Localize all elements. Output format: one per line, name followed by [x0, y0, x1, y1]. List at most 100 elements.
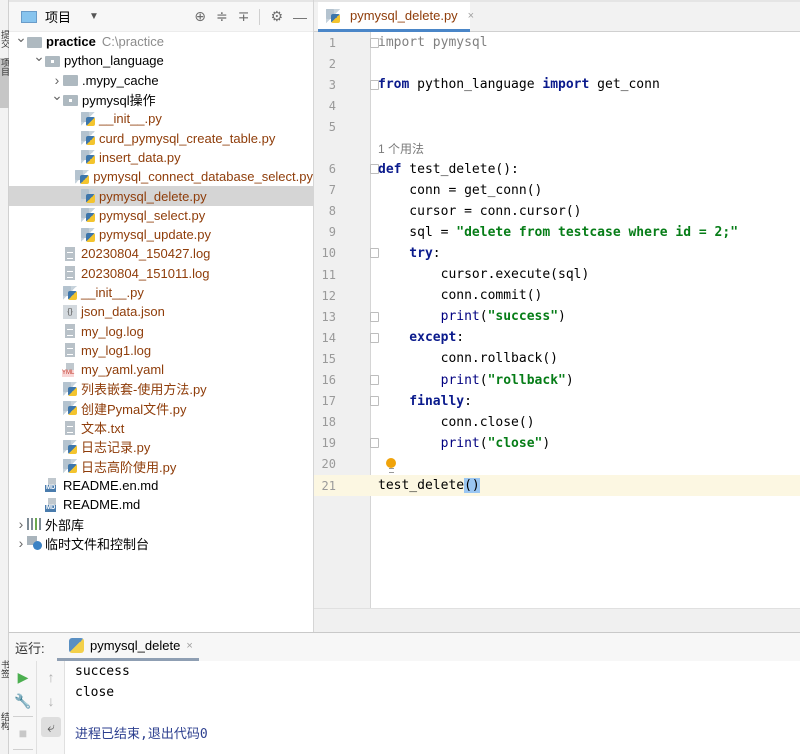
tree-item[interactable]: curd_pymysql_create_table.py: [9, 128, 313, 147]
code-line[interactable]: 16 print("rollback"): [314, 370, 800, 391]
code-line[interactable]: 1 import pymysql: [314, 32, 800, 53]
code-area[interactable]: 1 import pymysql 2 3 from python_language im…: [314, 32, 800, 497]
stop-icon[interactable]: ■: [13, 723, 33, 743]
tree-item[interactable]: 日志记录.py: [9, 437, 313, 456]
tree-item[interactable]: {} json_data.json: [9, 302, 313, 321]
chevron-right-icon[interactable]: ›: [15, 516, 27, 532]
code-line[interactable]: 8 cursor = conn.cursor(): [314, 201, 800, 222]
tree-item[interactable]: insert_data.py: [9, 148, 313, 167]
code-line[interactable]: 20: [314, 454, 800, 475]
tree-item-label: 创建Pymal文件.py: [81, 401, 187, 417]
minimize-icon[interactable]: —: [293, 9, 307, 25]
code-line[interactable]: 7 conn = get_conn(): [314, 180, 800, 201]
chevron-down-icon[interactable]: ⌄: [51, 87, 63, 104]
tree-item[interactable]: ⌄ pymysql操作: [9, 87, 313, 109]
code-line[interactable]: 12 conn.commit(): [314, 285, 800, 306]
chevron-down-icon[interactable]: ▼: [89, 11, 99, 22]
tree-item[interactable]: ⌄ practice C:\practice: [9, 29, 313, 51]
tree-item[interactable]: 文本.txt: [9, 418, 313, 437]
chevron-right-icon[interactable]: ›: [15, 535, 27, 551]
tree-item[interactable]: README.md: [9, 495, 313, 514]
text-file-icon: [65, 266, 75, 281]
close-icon[interactable]: ×: [186, 640, 192, 652]
code-token: cursor.execute(sql): [378, 267, 590, 283]
tree-item-label: README.md: [63, 497, 141, 513]
strip-tab-bookmarks[interactable]: 书签: [0, 660, 9, 690]
code-line[interactable]: 17 finally:: [314, 391, 800, 412]
editor-bottom-bar: [314, 608, 800, 632]
chevron-right-icon[interactable]: ›: [51, 72, 63, 88]
tree-item-label: json_data.json: [81, 304, 165, 320]
code-line[interactable]: 6 def test_delete():: [314, 159, 800, 180]
code-token: ): [565, 372, 574, 388]
tree-item[interactable]: › 临时文件和控制台: [9, 534, 313, 553]
line-number: 11: [321, 267, 336, 282]
tree-item[interactable]: README.en.md: [9, 476, 313, 495]
tree-item[interactable]: __init__.py: [9, 283, 313, 302]
strip-tab-project[interactable]: 项目: [0, 58, 9, 108]
code-token: import: [378, 35, 425, 51]
tree-item-label: pymysql_connect_database_select.py: [93, 169, 313, 185]
code-text: def test_delete():: [378, 162, 519, 177]
tree-item-label: pymysql操作: [82, 93, 156, 109]
line-number: 5: [328, 119, 336, 134]
editor-tab-label: pymysql_delete.py: [350, 8, 458, 23]
lightbulb-icon[interactable]: [386, 457, 396, 473]
tree-item[interactable]: 列表嵌套-使用方法.py: [9, 379, 313, 398]
tree-item[interactable]: 20230804_151011.log: [9, 264, 313, 283]
collapse-all-icon[interactable]: ∓: [238, 8, 250, 25]
console-output[interactable]: success close 进程已结束,退出代码0: [75, 661, 208, 745]
text-file-icon: [65, 343, 75, 358]
code-text: conn.rollback(): [378, 351, 558, 366]
tree-item[interactable]: my_log.log: [9, 321, 313, 340]
tree-item[interactable]: 20230804_150427.log: [9, 244, 313, 263]
code-line[interactable]: 2: [314, 53, 800, 74]
code-line[interactable]: 19 print("close"): [314, 433, 800, 454]
tree-item[interactable]: › 外部库: [9, 514, 313, 533]
line-number: 9: [328, 225, 336, 240]
code-token: print: [378, 309, 480, 325]
locate-icon[interactable]: ⊕: [194, 8, 206, 25]
code-line[interactable]: 14 except:: [314, 327, 800, 348]
folder-icon: [27, 36, 42, 48]
line-number: 13: [321, 309, 336, 324]
code-line[interactable]: 21 test_delete(): [314, 474, 800, 497]
code-line[interactable]: 10 try:: [314, 243, 800, 264]
usage-hint[interactable]: 1 个用法: [378, 140, 424, 157]
divider: [259, 8, 261, 25]
expand-all-icon[interactable]: ≑: [216, 8, 228, 25]
rerun-icon[interactable]: ▶: [13, 667, 33, 687]
close-icon[interactable]: ×: [468, 10, 474, 22]
tree-item[interactable]: pymysql_select.py: [9, 206, 313, 225]
chevron-down-icon[interactable]: ⌄: [33, 48, 45, 65]
strip-tab-commit[interactable]: 提交: [0, 30, 9, 58]
tree-item[interactable]: pymysql_connect_database_select.py: [9, 167, 313, 186]
chevron-down-icon[interactable]: ⌄: [15, 29, 27, 46]
tree-item[interactable]: my_log1.log: [9, 341, 313, 360]
code-line[interactable]: 9 sql = "delete from testcase where id =…: [314, 222, 800, 243]
code-line[interactable]: 3 from python_language import get_conn: [314, 74, 800, 95]
tree-item[interactable]: my_yaml.yaml: [9, 360, 313, 379]
strip-tab-structure[interactable]: 结构: [0, 712, 9, 752]
tree-item[interactable]: pymysql_update.py: [9, 225, 313, 244]
soft-wrap-icon[interactable]: ⤶: [41, 717, 61, 737]
project-view-selector[interactable]: 项目 ▼: [21, 7, 99, 26]
tree-item[interactable]: __init__.py: [9, 109, 313, 128]
code-line[interactable]: 15 conn.rollback(): [314, 348, 800, 369]
tree-item-label: practice: [46, 34, 96, 50]
wrench-icon[interactable]: 🔧: [13, 691, 33, 711]
tree-item[interactable]: 创建Pymal文件.py: [9, 399, 313, 418]
tree-item[interactable]: pymysql_delete.py: [9, 186, 313, 206]
editor-tab-pymysql-delete[interactable]: pymysql_delete.py ×: [318, 2, 474, 32]
code-line[interactable]: 4: [314, 95, 800, 116]
code-line[interactable]: 5: [314, 116, 800, 137]
arrow-down-icon[interactable]: ↓: [41, 691, 61, 711]
code-line[interactable]: 18 conn.close(): [314, 412, 800, 433]
tree-item[interactable]: ⌄ python_language: [9, 48, 313, 70]
tree-item[interactable]: 日志高阶使用.py: [9, 457, 313, 476]
code-line[interactable]: 13 print("success"): [314, 306, 800, 327]
gear-icon[interactable]: ⚙: [270, 8, 283, 25]
run-tab-pymysql-delete[interactable]: pymysql_delete ×: [57, 633, 199, 661]
code-line[interactable]: 11 cursor.execute(sql): [314, 264, 800, 285]
arrow-up-icon[interactable]: ↑: [41, 667, 61, 687]
